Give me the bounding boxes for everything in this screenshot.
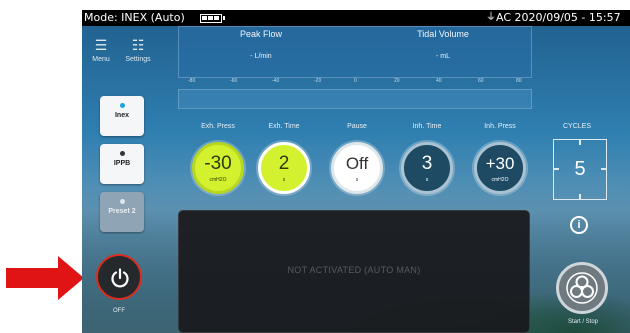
mode-indicator: Mode: INEX (Auto) [84,11,185,24]
power-label: OFF [113,308,125,314]
settings-icon: ☷ [131,37,145,53]
scale-tick: -20 [314,78,322,84]
inh-time-knob[interactable]: 3 s [401,142,453,194]
mode-ippb-label: IPPB [113,160,131,167]
exh-time-value: 2 [278,153,290,174]
inh-press-value: +30 [485,154,515,173]
waveform-panel: NOT ACTIVATED (AUTO MAN) [178,210,530,333]
plug-icon: ⏚ [486,12,496,23]
start-stop-label: Start / Stop [567,319,598,325]
inh-time-label: Inh. Time [412,123,442,130]
mode-inex-button[interactable]: Inex [100,96,144,136]
mode-preset-label: Preset 2 [108,208,136,215]
inh-time-unit: s [425,177,429,183]
scale-ticks: -80 -60 -40 -20 0 20 40 60 80 [178,78,532,88]
power-source: AC [496,11,512,24]
settings-label: Settings [125,56,151,63]
cycles-counter[interactable]: 5 [553,139,607,200]
readouts-panel: Peak Flow - L/min Tidal Volume - mL [178,26,532,78]
start-stop-button[interactable] [556,262,608,314]
menu-button[interactable]: ☰ Menu [82,34,121,74]
inh-time-value: 3 [421,153,433,174]
menu-icon: ☰ [94,37,108,53]
menu-label: Menu [92,56,110,63]
mode-dot [119,199,125,204]
scale-tick: -60 [230,78,238,84]
device-screen: Mode: INEX (Auto) ⏚ AC 2020/09/05 - 15:5… [82,10,630,333]
exh-press-value: -30 [204,153,232,174]
power-icon [111,268,129,288]
scale-tick: -80 [188,78,196,84]
status-right: AC 2020/09/05 - 15:57 [496,10,621,26]
exh-press-knob[interactable]: -30 cmH2O [192,142,244,194]
pause-value: Off [345,154,369,173]
exh-press-unit: cmH2O [209,177,227,183]
graph-status-message: NOT ACTIVATED (AUTO MAN) [287,265,421,275]
cycles-label: CYCLES [563,123,592,130]
pause-knob[interactable]: Off s [331,142,383,194]
scale-tick: 20 [394,78,400,84]
tidal-volume-value: - mL [436,53,450,60]
status-bar: Mode: INEX (Auto) ⏚ AC 2020/09/05 - 15:5… [82,10,630,26]
peak-flow-readout: Peak Flow - L/min [201,29,321,60]
mode-inex-label: Inex [114,112,129,119]
scale-tick: 40 [436,78,442,84]
mode-active-dot [119,103,125,108]
annotation-arrow [6,256,84,300]
mode-preset-button[interactable]: Preset 2 [100,192,144,232]
datetime: 2020/09/05 - 15:57 [514,11,621,24]
tidal-volume-title: Tidal Volume [417,29,469,39]
scale-tick: 80 [516,78,522,84]
inh-press-label: Inh. Press [484,123,516,130]
settings-button[interactable]: ☷ Settings [118,34,158,74]
scale-tick: 0 [354,78,357,84]
exh-time-label: Exh. Time [268,123,300,130]
scale-tick: -40 [272,78,280,84]
battery-icon [200,14,225,23]
scale-tick: 60 [478,78,484,84]
scale-track [178,89,532,109]
peak-flow-title: Peak Flow [239,29,283,39]
inh-press-knob[interactable]: +30 cmH2O [474,142,526,194]
exh-press-label: Exh. Press [201,123,235,130]
power-button[interactable] [96,254,142,300]
info-icon[interactable]: i [570,216,588,234]
exh-time-knob[interactable]: 2 s [258,142,310,194]
peak-flow-value: - L/min [250,53,272,60]
pressure-scale: -80 -60 -40 -20 0 20 40 60 80 [178,78,532,112]
fan-icon [566,272,598,304]
pause-label: Pause [347,123,367,130]
mode-dot [119,151,125,156]
exh-time-unit: s [282,177,286,183]
mode-ippb-button[interactable]: IPPB [100,144,144,184]
inh-press-unit: cmH2O [491,177,509,183]
pause-unit: s [355,177,359,183]
cycles-value: 5 [574,158,586,180]
tidal-volume-readout: Tidal Volume - mL [383,29,503,60]
